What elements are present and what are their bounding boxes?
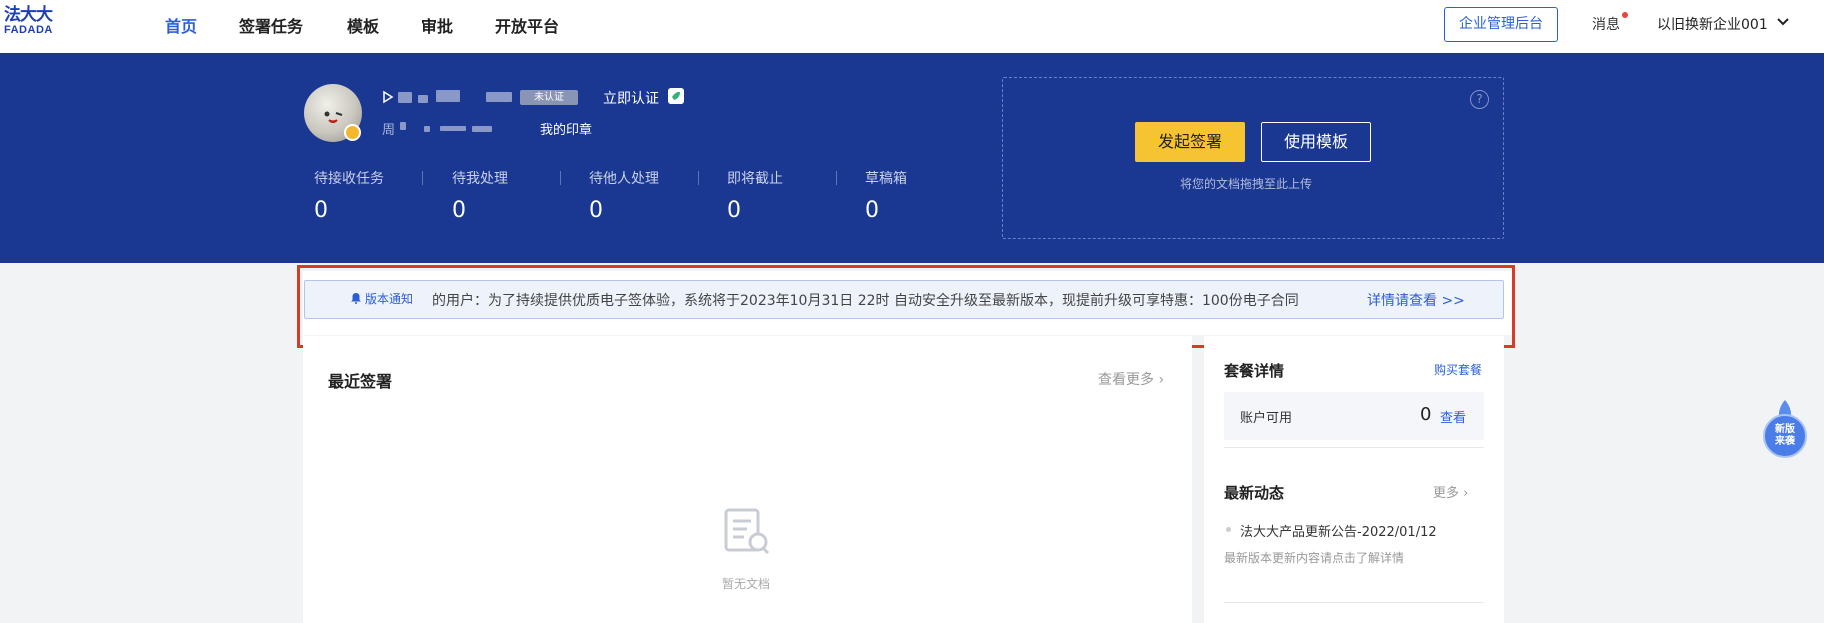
new-version-badge-text: 新版来袭 — [1775, 424, 1795, 447]
stat-value: 0 — [865, 198, 879, 223]
user-subname: 周 — [382, 123, 396, 138]
stat-value: 0 — [589, 198, 603, 223]
upload-dropzone[interactable] — [1002, 77, 1504, 239]
dashboard-banner — [0, 53, 1824, 263]
logo-text-cn: 法大大 — [4, 5, 53, 24]
nav-home[interactable]: 首页 — [165, 13, 197, 37]
account-label: 账户可用 — [1240, 411, 1293, 426]
message-unread-dot — [1622, 12, 1628, 18]
divider — [1224, 447, 1484, 448]
stat-value: 0 — [727, 198, 741, 223]
redacted-name-block — [398, 92, 412, 103]
stat-label: 待我处理 — [452, 171, 508, 187]
verified-badge-icon — [344, 124, 361, 141]
news-title: 最新动态 — [1224, 484, 1285, 502]
stat-value: 0 — [314, 198, 328, 223]
redacted-name-block — [400, 122, 406, 130]
certify-leaf-icon[interactable] — [668, 88, 684, 104]
news-item-link[interactable]: 法大大产品更新公告-2022/01/12 — [1240, 521, 1437, 540]
company-switcher[interactable]: 以旧换新企业001 — [1657, 14, 1768, 34]
stat-pending-others[interactable]: 待他人处理 0 — [589, 168, 659, 223]
news-more-link[interactable]: 更多 › — [1433, 482, 1468, 501]
fadada-logo[interactable]: 法大大 FADADA — [4, 6, 64, 40]
stat-pending-me[interactable]: 待我处理 0 — [452, 168, 508, 223]
redacted-name-block — [424, 126, 430, 132]
stat-label: 即将截止 — [727, 171, 783, 187]
stat-label: 待接收任务 — [314, 171, 384, 187]
stat-drafts[interactable]: 草稿箱 0 — [865, 168, 907, 223]
nav-templates[interactable]: 模板 — [347, 13, 379, 37]
account-value: 0 — [1420, 404, 1432, 425]
package-title: 套餐详情 — [1224, 362, 1285, 380]
stat-divider — [560, 171, 561, 185]
uncertified-tag: 未认证 — [520, 90, 578, 105]
buy-package-link[interactable]: 购买套餐 — [1434, 361, 1482, 378]
logo-text-en: FADADA — [4, 24, 53, 36]
messages-link[interactable]: 消息 — [1592, 14, 1620, 34]
redacted-name-block — [472, 126, 492, 132]
account-view-link[interactable]: 查看 — [1440, 407, 1466, 426]
stat-value: 0 — [452, 198, 466, 223]
certify-now-link[interactable]: 立即认证 — [603, 88, 659, 108]
redacted-name-block — [418, 95, 428, 103]
play-icon — [383, 90, 394, 104]
recent-signing-title: 最近签署 — [328, 372, 393, 391]
use-template-button[interactable]: 使用模板 — [1261, 122, 1371, 162]
news-item-subtitle: 最新版本更新内容请点击了解详情 — [1224, 551, 1405, 565]
enterprise-admin-button[interactable]: 企业管理后台 — [1444, 7, 1558, 42]
recent-view-more-link[interactable]: 查看更多 › — [1098, 369, 1164, 389]
nav-open-platform[interactable]: 开放平台 — [495, 13, 559, 37]
help-icon[interactable]: ? — [1470, 90, 1489, 109]
redacted-name-block — [436, 90, 460, 102]
upload-hint: 将您的文档拖拽至此上传 — [1180, 177, 1313, 191]
stat-due-soon[interactable]: 即将截止 0 — [727, 168, 783, 223]
top-navbar: 法大大 FADADA 首页 签署任务 模板 审批 开放平台 企业管理后台 消息 … — [0, 0, 1824, 53]
nav-sign-tasks[interactable]: 签署任务 — [239, 13, 303, 37]
divider — [1224, 602, 1484, 603]
stat-divider — [422, 171, 423, 185]
stat-label: 待他人处理 — [589, 171, 659, 187]
stat-pending-receive[interactable]: 待接收任务 0 — [314, 168, 384, 223]
nav-approval[interactable]: 审批 — [421, 13, 453, 37]
redacted-name-block — [486, 92, 512, 102]
empty-document-icon — [724, 508, 770, 555]
avatar-face-icon — [324, 111, 343, 123]
stat-label: 草稿箱 — [865, 171, 907, 187]
news-bullet — [1226, 527, 1231, 532]
stat-divider — [698, 171, 699, 185]
my-seal-link[interactable]: 我的印章 — [540, 119, 592, 138]
start-sign-button[interactable]: 发起签署 — [1135, 122, 1245, 162]
redacted-name-block — [440, 126, 466, 131]
empty-state-text: 暂无文档 — [722, 577, 771, 591]
chevron-down-icon[interactable] — [1776, 16, 1790, 28]
stat-divider — [836, 171, 837, 185]
